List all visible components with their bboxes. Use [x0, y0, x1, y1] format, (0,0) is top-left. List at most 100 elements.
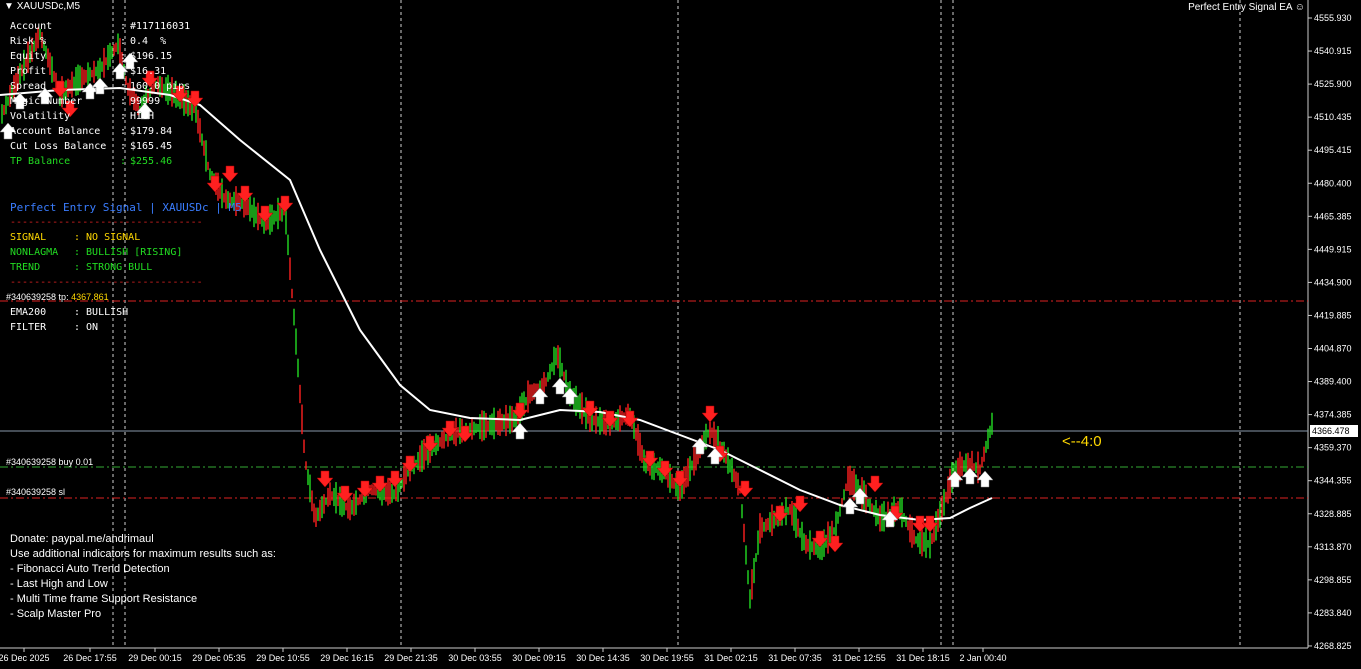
account-info-row: Spread:160.0 pips — [10, 81, 191, 92]
price-tick-label: 4404.870 — [1314, 344, 1352, 354]
donate-line: - Fibonacci Auto Trend Detection — [10, 563, 170, 575]
info-label: Account — [10, 21, 53, 32]
price-tick-label: 4344.355 — [1314, 476, 1352, 486]
time-tick-label: 31 Dec 18:15 — [896, 653, 950, 663]
sell-arrow-icon — [736, 480, 754, 498]
time-tick-label: 26 Dec 2025 — [0, 653, 50, 663]
sl-order-label[interactable]: #340639258 sl — [6, 487, 65, 497]
price-tick-label: 4525.900 — [1314, 79, 1352, 89]
price-tick-label: 4465.385 — [1314, 211, 1352, 221]
sell-arrow-icon — [701, 405, 719, 423]
price-tick-label: 4434.900 — [1314, 277, 1352, 287]
account-info-row: Account Balance: $179.84 — [10, 126, 173, 137]
account-info-row: Account: #117116031 — [10, 21, 191, 32]
price-tick-label: 4495.415 — [1314, 145, 1352, 155]
price-tick-label: 4298.855 — [1314, 575, 1352, 585]
price-tick-label: 4540.915 — [1314, 46, 1352, 56]
info-value: $179.84 — [130, 126, 173, 137]
time-tick-label: 29 Dec 10:55 — [256, 653, 310, 663]
info-label: Account Balance — [10, 126, 101, 137]
signal-row: TREND: STRONG BULL — [10, 262, 153, 273]
signal-panel-title: Perfect Entry Signal | XAUUSDc | M5 — [10, 201, 242, 214]
time-tick-label: 29 Dec 05:35 — [192, 653, 246, 663]
account-info-row: Risk %:0.4 % — [10, 36, 167, 47]
time-tick-label: 31 Dec 07:35 — [768, 653, 822, 663]
donate-line: Donate: paypal.me/andrimaul — [10, 533, 154, 545]
info-label: Volatility — [10, 111, 71, 122]
info-label: Cut Loss Balance — [10, 141, 107, 152]
signal-row: NONLAGMA: BULLISH [RISING] — [10, 247, 183, 258]
price-tick-label: 4389.400 — [1314, 377, 1352, 387]
time-tick-label: 31 Dec 02:15 — [704, 653, 758, 663]
account-info-row: Equity: $196.15 — [10, 51, 173, 62]
price-tick-label: 4510.435 — [1314, 112, 1352, 122]
ratio-label: <--4:0 — [1062, 433, 1102, 450]
time-tick-label: 29 Dec 16:15 — [320, 653, 374, 663]
price-tick-label: 4555.930 — [1314, 13, 1352, 23]
price-tick-label: 4268.825 — [1314, 641, 1352, 651]
tp-value: 4367.861 — [71, 292, 109, 302]
chart-symbol-title[interactable]: ▼ XAUUSDc,M5 — [4, 1, 80, 12]
account-info-panel: Account: #117116031 Risk %:0.4 % Equity: $19… — [10, 19, 190, 169]
donate-line: - Scalp Master Pro — [10, 608, 102, 620]
signal-row: EMA200: BULLISH — [10, 307, 129, 318]
info-value: 0.4 % — [130, 36, 167, 47]
symbol-label: XAUUSDc,M5 — [16, 1, 81, 12]
price-tick-label: 4313.870 — [1314, 542, 1352, 552]
time-tick-label: 29 Dec 21:35 — [384, 653, 438, 663]
info-value: #117116031 — [130, 21, 191, 32]
sell-arrow-icon — [866, 475, 884, 493]
buy-arrow-icon — [841, 497, 859, 515]
donate-line: Use additional indicators for maximum re… — [10, 548, 276, 560]
price-tick-label: 4359.370 — [1314, 443, 1352, 453]
signal-row: SIGNAL: NO SIGNAL — [10, 232, 141, 243]
time-tick-label: 30 Dec 03:55 — [448, 653, 502, 663]
time-tick-label: 31 Dec 12:55 — [832, 653, 886, 663]
divider: -------------------------------- — [10, 277, 203, 288]
price-tick-label: 4449.915 — [1314, 244, 1352, 254]
time-tick-label: 30 Dec 19:55 — [640, 653, 694, 663]
price-tick-label: 4374.385 — [1314, 410, 1352, 420]
account-info-row: Profit: $16.31 — [10, 66, 167, 77]
time-tick-label: 30 Dec 14:35 — [576, 653, 630, 663]
donate-line: - Multi Time frame Support Resistance — [10, 593, 198, 605]
time-axis: 26 Dec 2025 26 Dec 17:55 29 Dec 00:15 29 De… — [0, 648, 1007, 663]
buy-order-label[interactable]: #340639258 buy 0.01 — [6, 457, 93, 467]
time-tick-label: 26 Dec 17:55 — [63, 653, 117, 663]
price-tick-label: 4419.885 — [1314, 310, 1352, 320]
price-tick-label: 4480.400 — [1314, 178, 1352, 188]
donate-text: Donate: paypal.me/andrimaul Use additiona… — [10, 532, 276, 622]
time-tick-label: 2 Jan 00:40 — [959, 653, 1006, 663]
info-label: Spread — [10, 81, 47, 92]
time-tick-label: 30 Dec 09:15 — [512, 653, 566, 663]
signal-row: FILTER: ON — [10, 322, 99, 333]
account-info-row: Cut Loss Balance: $165.45 — [10, 141, 173, 152]
dropdown-triangle-icon: ▼ — [4, 1, 14, 12]
sell-arrow-icon — [221, 165, 239, 183]
account-info-row: Magic Number:99999 — [10, 96, 161, 107]
info-value: 160.0 pips — [130, 81, 191, 92]
current-price-tag: 4366.478 — [1310, 425, 1358, 437]
account-info-row: Volatility: HIGH — [10, 111, 155, 122]
ea-name-label[interactable]: Perfect Entry Signal EA ☺ — [1188, 2, 1305, 13]
info-value: 99999 — [130, 96, 161, 107]
tp-order-label[interactable]: #340639258 tp: 4367.861 — [6, 292, 109, 302]
price-tick-label: 4328.885 — [1314, 509, 1352, 519]
signal-panel: Perfect Entry Signal | XAUUSDc | M5 -----… — [10, 200, 242, 335]
divider: -------------------------------- — [10, 217, 203, 228]
info-value: HIGH — [130, 111, 155, 122]
donate-line: - Last High and Low — [10, 578, 108, 590]
time-tick-label: 29 Dec 00:15 — [128, 653, 182, 663]
price-tick-label: 4283.840 — [1314, 608, 1352, 618]
info-value: $16.31 — [130, 66, 167, 77]
info-label: Magic Number — [10, 96, 83, 107]
info-label: TP Balance — [10, 156, 71, 167]
price-axis: 4555.930 4540.915 4525.900 4510.435 4495.415… — [1308, 13, 1352, 651]
info-label: Equity — [10, 51, 47, 62]
info-value: $196.15 — [130, 51, 173, 62]
info-label: Risk % — [10, 36, 47, 47]
tp-label: #340639258 tp — [6, 292, 67, 302]
info-label: Profit — [10, 66, 47, 77]
info-value: $255.46 — [130, 156, 173, 167]
account-info-row: TP Balance: $255.46 — [10, 156, 173, 167]
